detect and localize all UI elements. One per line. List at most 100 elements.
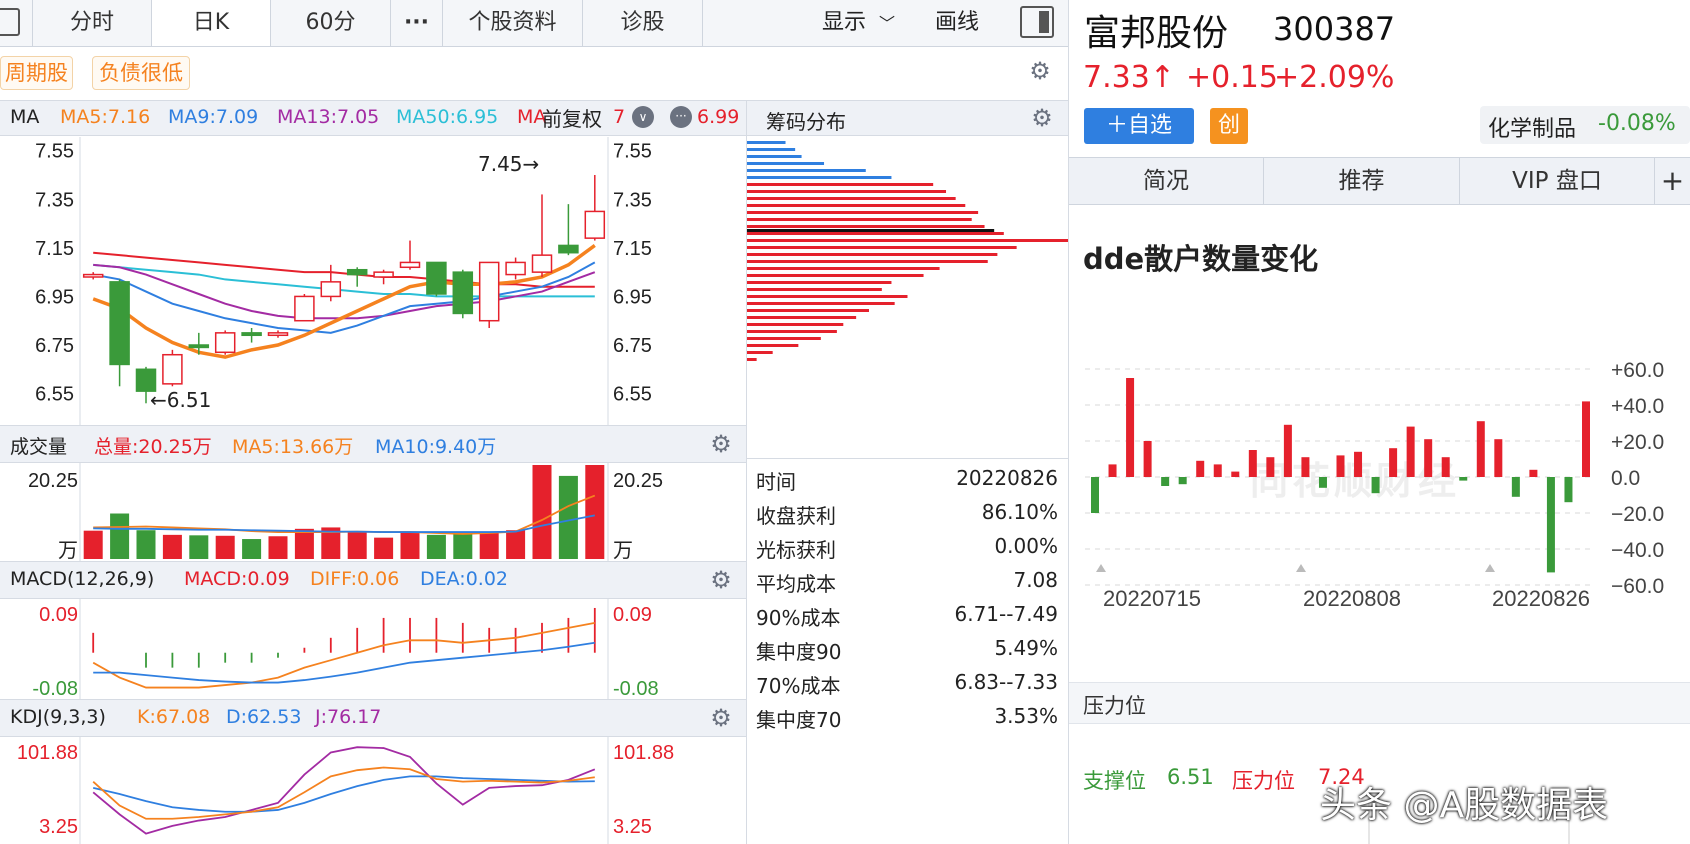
volume-ma5: MA5:13.66万 xyxy=(232,436,354,458)
candle-body xyxy=(109,281,130,366)
dde-chart[interactable]: +60.0 +40.0 +20.0 0.0 −20.0 −40.0 −60.0 2022071… xyxy=(1069,350,1690,610)
candle-body xyxy=(373,271,394,278)
gear-icon[interactable]: ⚙ xyxy=(709,568,733,592)
add-watchlist-button[interactable]: ＋自选 xyxy=(1084,108,1194,144)
kdj-chart[interactable]: 101.88 3.25 101.88 3.25 xyxy=(0,737,746,844)
chip-bar-blue xyxy=(747,148,796,151)
tab-stock-profile[interactable]: 个股资料 xyxy=(443,0,583,46)
dde-bar xyxy=(1582,401,1590,477)
volume-chart[interactable]: 20.25 万 20.25 万 xyxy=(0,463,746,561)
fuquan-label[interactable]: 前复权 xyxy=(542,103,602,132)
volume-total: 总量:20.25万 xyxy=(94,436,212,458)
dde-bar xyxy=(1529,469,1538,477)
macd-diff: DIFF:0.06 xyxy=(310,568,400,590)
candle-body xyxy=(399,261,421,269)
volume-bar xyxy=(426,534,446,559)
more-options-icon[interactable]: ··· xyxy=(670,106,692,128)
macd-chart[interactable]: 0.09 -0.08 0.09 -0.08 xyxy=(0,599,746,699)
y-axis-label-left: 7.55 xyxy=(35,141,74,163)
dde-y-label: +20.0 xyxy=(1611,431,1664,454)
chips-info-label: 集中度90 xyxy=(756,640,842,664)
legend-ma-last: 6.99 xyxy=(697,106,740,128)
gear-icon[interactable]: ⚙ xyxy=(1030,106,1054,130)
chip-bar-red xyxy=(747,211,979,214)
chips-chart[interactable] xyxy=(747,137,1068,397)
chip-bar-red xyxy=(747,288,882,291)
y-axis-label-left: 6.95 xyxy=(35,286,74,308)
dde-bar xyxy=(1196,460,1205,477)
volume-bar xyxy=(585,465,605,559)
low-marker: ←6.51 xyxy=(150,388,212,412)
kline-legend-ma: MA xyxy=(10,106,40,128)
candle-body xyxy=(267,332,289,337)
fuquan-dropdown-icon[interactable]: ∨ xyxy=(632,106,654,128)
dde-y-label: −40.0 xyxy=(1611,539,1664,562)
candle-body xyxy=(162,353,183,385)
stock-name: 富邦股份 xyxy=(1084,13,1229,54)
dde-x-label: 20220808 xyxy=(1303,586,1401,610)
tab-overview[interactable]: 简况 xyxy=(1069,158,1264,204)
display-dropdown[interactable]: 显示 ﹀ xyxy=(822,0,895,46)
kdj-ybottom-left: 3.25 xyxy=(39,816,78,838)
chip-bar-red xyxy=(747,330,837,333)
legend-ma13: MA13:7.05 xyxy=(277,106,380,128)
industry-name: 化学制品 xyxy=(1488,117,1577,142)
chip-bar-red xyxy=(747,225,985,228)
candle-body xyxy=(320,281,342,298)
pressure-header xyxy=(1069,682,1690,724)
chevron-down-icon: ﹀ xyxy=(879,14,896,33)
chips-info-label: 集中度70 xyxy=(756,708,842,732)
tag-cyclical[interactable]: 周期股 xyxy=(0,56,73,90)
kdj-ytop-left: 101.88 xyxy=(17,742,78,764)
candle-body xyxy=(478,261,500,322)
draw-line-button[interactable]: 画线 xyxy=(935,0,979,46)
kdj-k_line xyxy=(92,766,595,820)
gear-icon[interactable]: ⚙ xyxy=(709,432,733,456)
tab-daily-k[interactable]: 日K xyxy=(152,0,271,46)
macd-dea: DEA:0.02 xyxy=(420,568,509,590)
volume-bar xyxy=(242,539,262,559)
tab-diagnosis[interactable]: 诊股 xyxy=(583,0,703,46)
volume-bar xyxy=(532,465,552,559)
tab-vip-orderbook[interactable]: VIP 盘口 xyxy=(1460,158,1655,204)
tag-low-debt[interactable]: 负债很低 xyxy=(92,56,190,90)
tab-60min[interactable]: 60分 xyxy=(271,0,391,46)
y-axis-label-right: 6.95 xyxy=(613,286,652,308)
dde-title: dde散户数量变化 xyxy=(1083,242,1319,276)
y-axis-label-left: 7.15 xyxy=(35,238,74,260)
volume-bar xyxy=(268,536,288,559)
gear-icon[interactable]: ⚙ xyxy=(1028,59,1052,83)
tab-recommend[interactable]: 推荐 xyxy=(1264,158,1460,204)
chip-bar-red xyxy=(747,246,1017,249)
chips-info-label: 70%成本 xyxy=(756,674,841,698)
chip-bar-red xyxy=(747,358,757,361)
kdj-j: J:76.17 xyxy=(315,706,382,728)
chip-bar-red xyxy=(747,274,924,277)
candle-body xyxy=(426,261,447,295)
panel-toggle-icon[interactable] xyxy=(0,8,20,36)
chips-info-value: 6.83--7.33 xyxy=(954,670,1059,694)
chips-info-value: 5.49% xyxy=(994,636,1058,660)
dde-bar xyxy=(1108,464,1117,477)
dde-y-label: 0.0 xyxy=(1611,467,1640,490)
dde-bar xyxy=(1266,457,1275,477)
dde-bar xyxy=(1424,439,1433,477)
dde-bar xyxy=(1126,378,1135,477)
tab-intraday[interactable]: 分时 xyxy=(32,0,152,46)
chips-info-value: 6.71--7.49 xyxy=(954,602,1059,626)
kline-chart[interactable]: 7.55 7.55 7.35 7.35 7.15 7.15 6.95 6.95 6.75 6.75… xyxy=(0,137,746,425)
high-marker: 7.45→ xyxy=(478,152,540,176)
candle-body xyxy=(241,332,262,337)
add-tab-button[interactable]: + xyxy=(1655,158,1690,204)
gear-icon[interactable]: ⚙ xyxy=(709,706,733,730)
growth-board-badge: 创 xyxy=(1210,108,1248,144)
tab-more[interactable]: ··· xyxy=(391,0,443,46)
volume-bar xyxy=(400,533,420,559)
chip-bar-red xyxy=(747,204,966,207)
sidebar-toggle-icon[interactable] xyxy=(1020,6,1054,38)
volume-unit-right: 万 xyxy=(613,540,633,561)
volume-bar xyxy=(506,530,526,559)
volume-bar xyxy=(294,528,314,559)
chip-bar-blue xyxy=(747,155,802,158)
chips-title: 筹码分布 xyxy=(766,110,846,134)
